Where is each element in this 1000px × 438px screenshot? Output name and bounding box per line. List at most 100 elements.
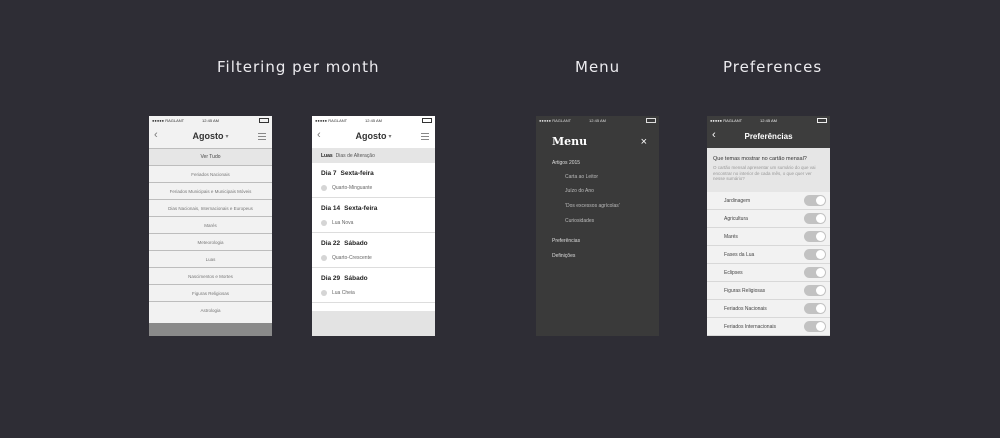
moon-entry-weekday: Sábado xyxy=(344,275,368,282)
moon-entry-date: Dia 14 Sexta-feira xyxy=(321,205,377,212)
preference-toggle[interactable] xyxy=(804,321,826,332)
moon-phase-icon xyxy=(321,220,327,226)
month-title[interactable]: Agosto xyxy=(192,131,223,141)
preferences-title: Preferências xyxy=(744,131,793,141)
moon-phase-icon xyxy=(321,185,327,191)
section-title-filtering: Filtering per month xyxy=(217,58,380,76)
preference-label: Agricultura xyxy=(724,215,748,222)
menu-title: Menu xyxy=(552,135,588,148)
moon-entry-weekday: Sexta-feira xyxy=(344,205,378,212)
time-label: 12:45 AM xyxy=(202,117,219,123)
preferences-question: Que temas mostrar no cartão mensal? O ca… xyxy=(707,148,830,192)
nav-bar: ‹ Agosto ▾ xyxy=(312,124,435,148)
chevron-down-icon[interactable]: ▾ xyxy=(388,133,391,140)
preference-row: Marés xyxy=(707,228,830,246)
preference-label: Fases da Lua xyxy=(724,251,755,258)
active-filter-bar[interactable]: Luas Dias de Alteração xyxy=(312,148,435,163)
section-title-preferences: Preferences xyxy=(723,58,823,76)
filter-label: Luas xyxy=(321,152,333,159)
preference-toggle[interactable] xyxy=(804,213,826,224)
phone-menu: ●●●●● RAGLANT 12:45 AM Menu × Artigos 20… xyxy=(536,116,659,336)
section-title-menu: Menu xyxy=(575,58,621,76)
footer-bar xyxy=(149,323,272,336)
phone-month-filter: ●●●●● RAGLANT 12:45 AM ‹ Agosto ▾ Ver Tu… xyxy=(149,116,272,336)
moon-phase-icon xyxy=(321,255,327,261)
menu-subitem[interactable]: Juízo do Ano xyxy=(565,188,594,194)
filter-item[interactable]: Dias Nacionais, Internacionais e Europeu… xyxy=(149,199,272,216)
menu-item[interactable]: Artigos 2015 xyxy=(552,160,580,166)
filter-item[interactable]: Feriados Nacionais xyxy=(149,165,272,182)
moon-entry-date: Dia 22 Sábado xyxy=(321,240,368,247)
preference-toggle[interactable] xyxy=(804,303,826,314)
preference-label: Eclipses xyxy=(724,269,743,276)
filter-item[interactable]: Meteorologia xyxy=(149,233,272,250)
menu-item[interactable]: Definições xyxy=(552,253,575,259)
time-label: 12:45 AM xyxy=(365,117,382,123)
preference-toggle[interactable] xyxy=(804,267,826,278)
moon-entry-day: Dia 7 xyxy=(321,170,337,177)
moon-entry[interactable]: Dia 7 Sexta-feira Quarto-Minguante xyxy=(312,163,435,198)
back-icon[interactable]: ‹ xyxy=(154,129,158,141)
moon-entry-phase: Lua Cheia xyxy=(321,290,355,296)
status-bar: ●●●●● RAGLANT 12:45 AM xyxy=(707,116,830,124)
status-bar: ●●●●● RAGLANT 12:45 AM xyxy=(312,116,435,124)
moon-entry[interactable]: Dia 22 Sábado Quarto-Crescente xyxy=(312,233,435,268)
menu-subitem[interactable]: Carta ao Leitor xyxy=(565,174,598,180)
filter-item[interactable]: Nascimentos e Mortes xyxy=(149,267,272,284)
filter-list: Ver Tudo Feriados Nacionais Feriados Munic… xyxy=(149,148,272,318)
preference-row: Feriados Nacionais xyxy=(707,300,830,318)
preference-row: Fases da Lua xyxy=(707,246,830,264)
moon-entry-weekday: Sábado xyxy=(344,240,368,247)
filter-item[interactable]: Astrologia xyxy=(149,301,272,318)
preference-row: Feriados Internacionais xyxy=(707,318,830,336)
preference-row: Agricultura xyxy=(707,210,830,228)
preference-label: Feriados Nacionais xyxy=(724,305,767,312)
filter-item[interactable]: Luas xyxy=(149,250,272,267)
moon-entry[interactable]: Dia 14 Sexta-feira Lua Nova xyxy=(312,198,435,233)
moon-entry-day: Dia 14 xyxy=(321,205,341,212)
close-icon[interactable]: × xyxy=(641,136,647,148)
back-icon[interactable]: ‹ xyxy=(712,129,716,141)
filter-item[interactable]: Figuras Religiosas xyxy=(149,284,272,301)
moon-phase-label: Quarto-Minguante xyxy=(332,185,373,191)
filter-item[interactable]: Ver Tudo xyxy=(149,148,272,165)
menu-subitem[interactable]: 'Dos excessos agrícolas' xyxy=(565,203,620,209)
phone-moon-list: ●●●●● RAGLANT 12:45 AM ‹ Agosto ▾ Luas D… xyxy=(312,116,435,336)
chevron-down-icon[interactable]: ▾ xyxy=(225,133,228,140)
moon-phase-icon xyxy=(321,290,327,296)
phone-preferences: ●●●●● RAGLANT 12:45 AM ‹ Preferências Qu… xyxy=(707,116,830,336)
preference-toggle[interactable] xyxy=(804,231,826,242)
preference-label: Jardinagem xyxy=(724,197,751,204)
preference-toggle[interactable] xyxy=(804,285,826,296)
filter-item[interactable]: Marés xyxy=(149,216,272,233)
menu-subitem[interactable]: Curiosidades xyxy=(565,218,594,224)
status-bar: ●●●●● RAGLANT 12:45 AM xyxy=(536,116,659,124)
moon-list: Dia 7 Sexta-feira Quarto-Minguante Dia 14 Se… xyxy=(312,163,435,303)
moon-entry-phase: Quarto-Crescente xyxy=(321,255,372,261)
moon-entry-weekday: Sexta-feira xyxy=(340,170,374,177)
filter-item[interactable]: Feriados Municipais e Municipais Móveis xyxy=(149,182,272,199)
time-label: 12:45 AM xyxy=(589,117,606,123)
moon-entry-day: Dia 29 xyxy=(321,275,341,282)
preference-row: Eclipses xyxy=(707,264,830,282)
hamburger-icon[interactable] xyxy=(421,133,429,142)
hamburger-icon[interactable] xyxy=(258,133,266,142)
moon-entry[interactable]: Dia 29 Sábado Lua Cheia xyxy=(312,268,435,303)
moon-phase-label: Quarto-Crescente xyxy=(332,255,372,261)
nav-bar: ‹ Agosto ▾ xyxy=(149,124,272,148)
preferences-list: Jardinagem Agricultura Marés Fases da Lua Ec… xyxy=(707,192,830,336)
menu-item[interactable]: Preferências xyxy=(552,238,580,244)
moon-phase-label: Lua Cheia xyxy=(332,290,355,296)
moon-entry-phase: Lua Nova xyxy=(321,220,353,226)
moon-phase-label: Lua Nova xyxy=(332,220,354,226)
preference-label: Feriados Internacionais xyxy=(724,323,776,330)
preference-toggle[interactable] xyxy=(804,249,826,260)
back-icon[interactable]: ‹ xyxy=(317,129,321,141)
empty-area xyxy=(312,311,435,336)
preference-label: Figuras Religiosas xyxy=(724,287,766,294)
nav-bar: ‹ Preferências xyxy=(707,124,830,148)
preference-toggle[interactable] xyxy=(804,195,826,206)
moon-entry-day: Dia 22 xyxy=(321,240,341,247)
month-title[interactable]: Agosto xyxy=(355,131,386,141)
time-label: 12:45 AM xyxy=(760,117,777,123)
